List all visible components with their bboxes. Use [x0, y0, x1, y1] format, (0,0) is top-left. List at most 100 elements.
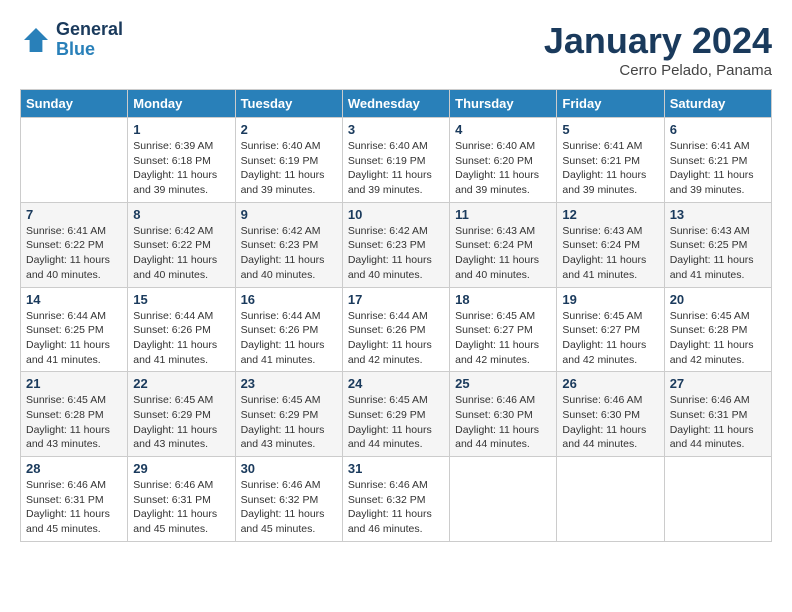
calendar-cell: 4 Sunrise: 6:40 AMSunset: 6:20 PMDaylight…: [450, 118, 557, 203]
header-thursday: Thursday: [450, 90, 557, 118]
calendar-cell: [21, 118, 128, 203]
calendar-cell: 7 Sunrise: 6:41 AMSunset: 6:22 PMDaylight…: [21, 202, 128, 287]
calendar-cell: 13Sunrise: 6:43 AMSunset: 6:25 PMDayligh…: [664, 202, 771, 287]
day-number: 2: [241, 122, 337, 137]
day-number: 22: [133, 376, 229, 391]
day-number: 7: [26, 207, 122, 222]
day-number: 12: [562, 207, 658, 222]
location-title: Cerro Pelado, Panama: [544, 62, 772, 79]
day-number: 30: [241, 461, 337, 476]
header-tuesday: Tuesday: [235, 90, 342, 118]
cell-info: Sunrise: 6:42 AMSunset: 6:22 PMDaylight:…: [133, 224, 229, 283]
calendar-cell: 11 Sunrise: 6:43 AMSunset: 6:24 PMDayligh…: [450, 202, 557, 287]
calendar-week-2: 14 Sunrise: 6:44 AMSunset: 6:25 PMDayligh…: [21, 287, 772, 372]
day-number: 3: [348, 122, 444, 137]
calendar-cell: 31 Sunrise: 6:46 AMSunset: 6:32 PMDayligh…: [342, 457, 449, 542]
logo: General Blue: [20, 20, 123, 60]
calendar-cell: 10Sunrise: 6:42 AMSunset: 6:23 PMDayligh…: [342, 202, 449, 287]
cell-info: Sunrise: 6:43 AMSunset: 6:24 PMDaylight:…: [562, 224, 658, 283]
cell-info: Sunrise: 6:44 AMSunset: 6:25 PMDaylight:…: [26, 309, 122, 368]
calendar-cell: 3 Sunrise: 6:40 AMSunset: 6:19 PMDaylight…: [342, 118, 449, 203]
logo-line2: Blue: [56, 40, 123, 60]
calendar-cell: 19Sunrise: 6:45 AMSunset: 6:27 PMDayligh…: [557, 287, 664, 372]
logo-line1: General: [56, 20, 123, 40]
calendar-cell: 6 Sunrise: 6:41 AMSunset: 6:21 PMDaylight…: [664, 118, 771, 203]
cell-info: Sunrise: 6:40 AMSunset: 6:20 PMDaylight:…: [455, 139, 551, 198]
day-number: 10: [348, 207, 444, 222]
cell-info: Sunrise: 6:45 AMSunset: 6:27 PMDaylight:…: [455, 309, 551, 368]
header-sunday: Sunday: [21, 90, 128, 118]
calendar-header-row: SundayMondayTuesdayWednesdayThursdayFrid…: [21, 90, 772, 118]
calendar-cell: 12 Sunrise: 6:43 AMSunset: 6:24 PMDayligh…: [557, 202, 664, 287]
calendar-cell: 24 Sunrise: 6:45 AMSunset: 6:29 PMDayligh…: [342, 372, 449, 457]
calendar-cell: 29Sunrise: 6:46 AMSunset: 6:31 PMDayligh…: [128, 457, 235, 542]
day-number: 17: [348, 292, 444, 307]
title-area: January 2024 Cerro Pelado, Panama: [544, 20, 772, 79]
cell-info: Sunrise: 6:45 AMSunset: 6:28 PMDaylight:…: [670, 309, 766, 368]
calendar-cell: [450, 457, 557, 542]
calendar-cell: 15 Sunrise: 6:44 AMSunset: 6:26 PMDayligh…: [128, 287, 235, 372]
calendar-table: SundayMondayTuesdayWednesdayThursdayFrid…: [20, 89, 772, 542]
calendar-cell: 18 Sunrise: 6:45 AMSunset: 6:27 PMDayligh…: [450, 287, 557, 372]
cell-info: Sunrise: 6:41 AMSunset: 6:21 PMDaylight:…: [670, 139, 766, 198]
header-wednesday: Wednesday: [342, 90, 449, 118]
day-number: 26: [562, 376, 658, 391]
day-number: 29: [133, 461, 229, 476]
day-number: 19: [562, 292, 658, 307]
calendar-cell: 25 Sunrise: 6:46 AMSunset: 6:30 PMDayligh…: [450, 372, 557, 457]
month-title: January 2024: [544, 20, 772, 62]
header: General Blue January 2024 Cerro Pelado, …: [20, 20, 772, 79]
cell-info: Sunrise: 6:39 AMSunset: 6:18 PMDaylight:…: [133, 139, 229, 198]
day-number: 14: [26, 292, 122, 307]
cell-info: Sunrise: 6:41 AMSunset: 6:22 PMDaylight:…: [26, 224, 122, 283]
calendar-week-0: 1 Sunrise: 6:39 AMSunset: 6:18 PMDaylight…: [21, 118, 772, 203]
day-number: 6: [670, 122, 766, 137]
calendar-cell: 8Sunrise: 6:42 AMSunset: 6:22 PMDaylight…: [128, 202, 235, 287]
calendar-cell: 28 Sunrise: 6:46 AMSunset: 6:31 PMDayligh…: [21, 457, 128, 542]
calendar-cell: [557, 457, 664, 542]
cell-info: Sunrise: 6:45 AMSunset: 6:28 PMDaylight:…: [26, 393, 122, 452]
day-number: 21: [26, 376, 122, 391]
day-number: 1: [133, 122, 229, 137]
calendar-cell: [664, 457, 771, 542]
cell-info: Sunrise: 6:44 AMSunset: 6:26 PMDaylight:…: [241, 309, 337, 368]
day-number: 20: [670, 292, 766, 307]
cell-info: Sunrise: 6:41 AMSunset: 6:21 PMDaylight:…: [562, 139, 658, 198]
cell-info: Sunrise: 6:45 AMSunset: 6:29 PMDaylight:…: [348, 393, 444, 452]
logo-text: General Blue: [56, 20, 123, 60]
cell-info: Sunrise: 6:43 AMSunset: 6:24 PMDaylight:…: [455, 224, 551, 283]
day-number: 25: [455, 376, 551, 391]
day-number: 31: [348, 461, 444, 476]
cell-info: Sunrise: 6:46 AMSunset: 6:31 PMDaylight:…: [26, 478, 122, 537]
cell-info: Sunrise: 6:46 AMSunset: 6:30 PMDaylight:…: [562, 393, 658, 452]
calendar-cell: 26 Sunrise: 6:46 AMSunset: 6:30 PMDayligh…: [557, 372, 664, 457]
cell-info: Sunrise: 6:45 AMSunset: 6:29 PMDaylight:…: [133, 393, 229, 452]
day-number: 18: [455, 292, 551, 307]
cell-info: Sunrise: 6:46 AMSunset: 6:30 PMDaylight:…: [455, 393, 551, 452]
calendar-cell: 30 Sunrise: 6:46 AMSunset: 6:32 PMDayligh…: [235, 457, 342, 542]
calendar-cell: 14 Sunrise: 6:44 AMSunset: 6:25 PMDayligh…: [21, 287, 128, 372]
calendar-cell: 22 Sunrise: 6:45 AMSunset: 6:29 PMDayligh…: [128, 372, 235, 457]
day-number: 11: [455, 207, 551, 222]
day-number: 24: [348, 376, 444, 391]
cell-info: Sunrise: 6:46 AMSunset: 6:32 PMDaylight:…: [348, 478, 444, 537]
calendar-cell: 1 Sunrise: 6:39 AMSunset: 6:18 PMDaylight…: [128, 118, 235, 203]
day-number: 4: [455, 122, 551, 137]
calendar-cell: 16 Sunrise: 6:44 AMSunset: 6:26 PMDayligh…: [235, 287, 342, 372]
cell-info: Sunrise: 6:45 AMSunset: 6:29 PMDaylight:…: [241, 393, 337, 452]
calendar-week-3: 21 Sunrise: 6:45 AMSunset: 6:28 PMDayligh…: [21, 372, 772, 457]
day-number: 16: [241, 292, 337, 307]
day-number: 5: [562, 122, 658, 137]
header-friday: Friday: [557, 90, 664, 118]
calendar-cell: 27Sunrise: 6:46 AMSunset: 6:31 PMDayligh…: [664, 372, 771, 457]
day-number: 28: [26, 461, 122, 476]
cell-info: Sunrise: 6:40 AMSunset: 6:19 PMDaylight:…: [348, 139, 444, 198]
cell-info: Sunrise: 6:46 AMSunset: 6:32 PMDaylight:…: [241, 478, 337, 537]
header-saturday: Saturday: [664, 90, 771, 118]
logo-icon: [20, 24, 52, 56]
cell-info: Sunrise: 6:44 AMSunset: 6:26 PMDaylight:…: [348, 309, 444, 368]
cell-info: Sunrise: 6:44 AMSunset: 6:26 PMDaylight:…: [133, 309, 229, 368]
day-number: 15: [133, 292, 229, 307]
header-monday: Monday: [128, 90, 235, 118]
cell-info: Sunrise: 6:46 AMSunset: 6:31 PMDaylight:…: [670, 393, 766, 452]
